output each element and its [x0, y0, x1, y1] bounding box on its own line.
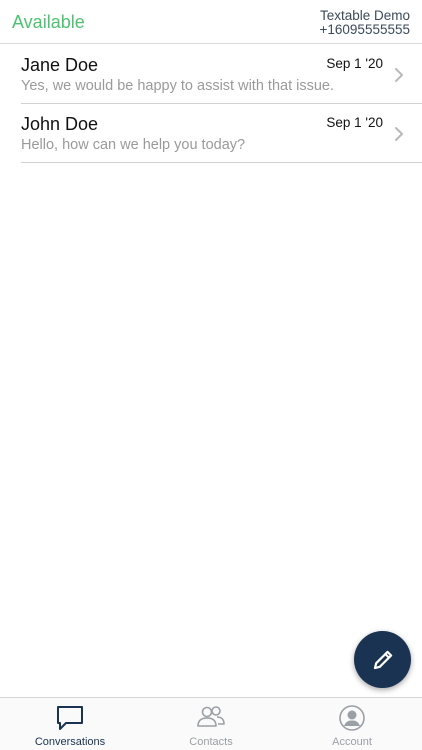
conversation-row[interactable]: Jane Doe Sep 1 '20 Yes, we would be happ…: [21, 45, 422, 104]
message-preview: Yes, we would be happy to assist with th…: [21, 78, 335, 94]
pencil-icon: [373, 650, 392, 669]
availability-status[interactable]: Available: [12, 12, 85, 33]
compose-button[interactable]: [354, 631, 411, 688]
message-date: Sep 1 '20: [326, 56, 383, 71]
conversation-row[interactable]: John Doe Sep 1 '20 Hello, how can we hel…: [21, 104, 422, 163]
app-header: Available Textable Demo +16095555555: [0, 0, 422, 44]
contact-name: Jane Doe: [21, 55, 99, 75]
account-name: Textable Demo: [319, 8, 410, 23]
message-date: Sep 1 '20: [326, 115, 383, 130]
chevron-right-icon: [395, 68, 403, 82]
conversation-list: Jane Doe Sep 1 '20 Yes, we would be happ…: [0, 45, 422, 163]
tab-contacts[interactable]: Contacts: [141, 698, 281, 750]
contact-name: John Doe: [21, 114, 99, 134]
account-number: +16095555555: [319, 22, 410, 37]
tab-label: Account: [332, 736, 372, 748]
chevron-right-icon: [395, 127, 403, 141]
account-info: Textable Demo +16095555555: [320, 9, 410, 37]
tab-conversations[interactable]: Conversations: [0, 698, 140, 750]
chat-bubble-icon: [57, 706, 83, 730]
tab-account[interactable]: Account: [282, 698, 422, 750]
tab-label: Conversations: [34, 736, 106, 748]
message-preview: Hello, how can we help you today?: [21, 137, 246, 153]
tab-label: Contacts: [189, 736, 233, 748]
person-circle-icon: [339, 705, 365, 731]
people-icon: [197, 706, 225, 727]
tab-bar: Conversations Contacts Account: [0, 697, 422, 750]
